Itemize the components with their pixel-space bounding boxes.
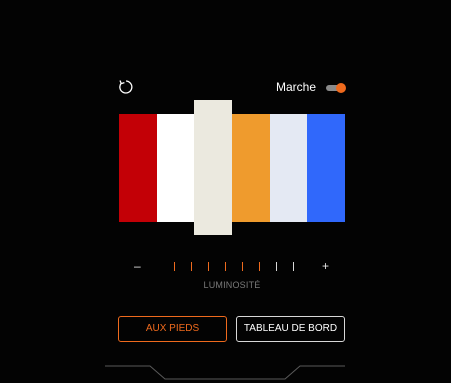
brightness-slider[interactable]: – + [130, 259, 334, 276]
color-swatch[interactable] [232, 114, 270, 222]
color-swatch[interactable] [194, 100, 232, 235]
brightness-tick[interactable] [242, 262, 243, 271]
reset-icon-glyph [119, 80, 133, 94]
toggle-knob [336, 83, 346, 93]
color-swatch[interactable] [307, 114, 345, 222]
color-swatches [119, 100, 345, 235]
brightness-tick[interactable] [208, 262, 209, 271]
brightness-tick[interactable] [293, 262, 294, 271]
reset-icon[interactable] [117, 78, 135, 96]
brightness-tick[interactable] [259, 262, 260, 271]
color-swatch[interactable] [270, 114, 308, 222]
brightness-tick[interactable] [191, 262, 192, 271]
zone-dashboard-button[interactable]: TABLEAU DE BORD [236, 316, 345, 342]
brightness-tick[interactable] [174, 262, 175, 271]
brightness-increase-button[interactable]: + [322, 259, 329, 273]
brightness-tick[interactable] [225, 262, 226, 271]
zone-feet-button[interactable]: AUX PIEDS [118, 316, 227, 342]
power-label: Marche [276, 80, 317, 94]
ambient-light-screen: Marche – + LUMINOSITÉ AUX PIEDS TABLEAU … [0, 0, 451, 383]
brightness-tick[interactable] [276, 262, 277, 271]
bottom-trim-decoration [105, 365, 345, 380]
power-toggle[interactable] [326, 83, 346, 93]
brightness-label: LUMINOSITÉ [203, 280, 261, 290]
color-swatch[interactable] [157, 114, 195, 222]
brightness-decrease-button[interactable]: – [134, 259, 141, 273]
color-swatch[interactable] [119, 114, 157, 222]
